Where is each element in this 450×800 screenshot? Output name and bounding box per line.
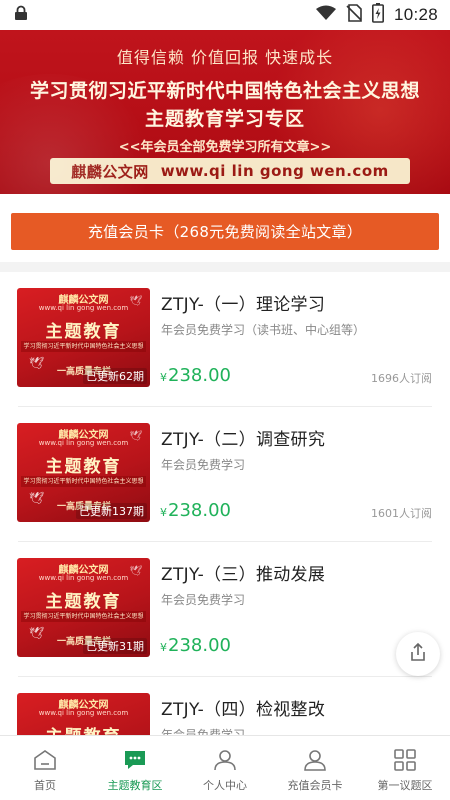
section-separator [0,262,450,272]
nav-label: 充值会员卡 [287,779,343,792]
course-title[interactable]: ZTJY-（三）推动发展 [161,560,325,585]
update-badge: 已更新137期 [76,503,147,519]
nav-item-first-topic[interactable]: 第一议题区 [360,736,450,800]
course-item[interactable]: 麒麟公文网 www.qi lin gong wen.com 主题教育 学习贯彻习… [0,272,450,407]
course-desc: 年会员免费学习 [161,593,246,607]
course-thumbnail[interactable]: 麒麟公文网 www.qi lin gong wen.com 主题教育 学习贯彻习… [17,288,150,387]
thumb-line: 学习贯彻习近平新时代中国特色社会主义思想 [21,341,146,352]
course-price: ¥238.00 [160,365,231,386]
share-icon [408,642,428,666]
update-badge: 已更新31期 [83,638,147,654]
nav-item-theme-education[interactable]: 主题教育区 [90,736,180,800]
course-thumbnail[interactable]: 麒麟公文网 www.qi lin gong wen.com 主题教育 学习贯彻习… [17,423,150,522]
course-price: ¥238.00 [160,635,231,656]
chat-icon [122,748,148,772]
banner-site-url: www.qi lin gong wen.com [160,162,389,180]
thumb-line: 学习贯彻习近平新时代中国特色社会主义思想 [21,476,146,487]
course-desc: 年会员免费学习（读书班、中心组等） [161,323,366,337]
no-sim-icon [346,4,362,26]
banner-site-name: 麒麟公文网 [71,162,149,181]
status-bar: 10:28 [0,0,450,30]
nav-label: 第一议题区 [377,779,433,792]
share-button[interactable] [396,632,440,676]
course-desc: 年会员免费学习 [161,458,246,472]
user-icon [212,748,238,772]
course-item[interactable]: 麒麟公文网 www.qi lin gong wen.com 主题教育 学习贯彻习… [0,407,450,542]
promo-banner[interactable]: 值得信赖 价值回报 快速成长 学习贯彻习近平新时代中国特色社会主义思想 主题教育… [0,30,450,194]
thumb-main-title: 主题教育 [45,322,122,342]
course-price: ¥238.00 [160,500,231,521]
dove-icon: 🕊 [29,356,45,370]
user-card-icon [302,748,328,772]
nav-item-personal-center[interactable]: 个人中心 [180,736,270,800]
dove-icon: 🕊 [129,296,142,307]
nav-item-recharge[interactable]: 充值会员卡 [270,736,360,800]
subscriber-count: 1696人订阅 [371,372,432,385]
battery-icon [371,3,384,27]
lock-icon [14,5,28,25]
course-thumbnail[interactable]: 麒麟公文网 www.qi lin gong wen.com 主题教育 学习贯彻习… [17,558,150,657]
update-badge: 已更新62期 [83,368,147,384]
thumb-line: 学习贯彻习近平新时代中国特色社会主义思想 [21,611,146,622]
banner-site-strip: 麒麟公文网 www.qi lin gong wen.com [50,158,410,184]
thumb-main-title: 主题教育 [45,592,122,612]
recharge-member-button[interactable]: 充值会员卡（268元免费阅读全站文章） [11,213,439,250]
dove-icon: 🕊 [29,491,45,505]
subscriber-count: 1601人订阅 [371,507,432,520]
dove-icon: 🕊 [129,566,142,577]
dove-icon: 🕊 [129,431,142,442]
banner-note: <<年会员全部免费学习所有文章>> [118,140,332,155]
dove-icon: 🕊 [29,626,45,640]
grid-icon [392,748,418,772]
banner-slogan: 值得信赖 价值回报 快速成长 [116,48,334,67]
banner-title: 学习贯彻习近平新时代中国特色社会主义思想 [29,80,420,102]
home-icon [32,748,58,772]
course-item[interactable]: 麒麟公文网 www.qi lin gong wen.com 主题教育 学习贯彻习… [0,542,450,677]
thumb-main-title: 主题教育 [45,457,122,477]
nav-label: 个人中心 [203,779,247,792]
status-time: 10:28 [393,5,438,24]
course-title[interactable]: ZTJY-（一）理论学习 [161,290,325,315]
wifi-icon [315,5,336,25]
nav-label: 首页 [34,779,56,792]
banner-subtitle: 主题教育学习专区 [144,108,305,130]
course-title[interactable]: ZTJY-（二）调查研究 [161,425,325,450]
nav-label: 主题教育区 [107,779,163,792]
course-title[interactable]: ZTJY-（四）检视整改 [161,695,325,720]
thumb-url: www.qi lin gong wen.com [38,709,129,717]
nav-item-home[interactable]: 首页 [0,736,90,800]
bottom-nav: 首页 主题教育区 个人中心 充值会员卡 第一议题区 [0,735,450,800]
